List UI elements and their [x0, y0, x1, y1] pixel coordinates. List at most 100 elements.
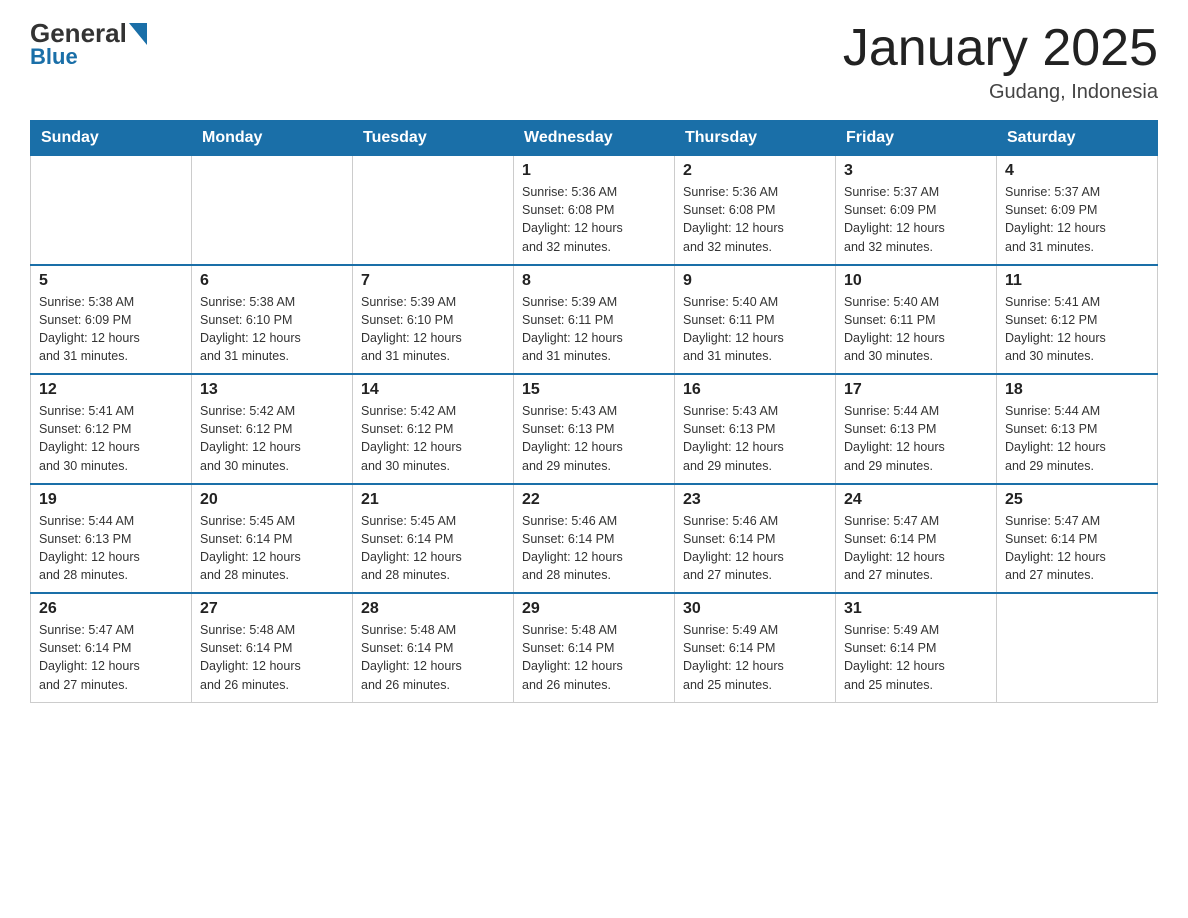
calendar-cell: 31 Sunrise: 5:49 AM Sunset: 6:14 PM Dayli…: [836, 593, 997, 702]
day-info: Sunrise: 5:48 AM Sunset: 6:14 PM Dayligh…: [200, 621, 344, 694]
calendar-week-row: 1 Sunrise: 5:36 AM Sunset: 6:08 PM Daylig…: [31, 156, 1158, 265]
day-info: Sunrise: 5:38 AM Sunset: 6:10 PM Dayligh…: [200, 293, 344, 366]
calendar-cell: 23Sunrise: 5:46 AM Sunset: 6:14 PM Dayli…: [675, 484, 836, 594]
calendar-cell: 16 Sunrise: 5:43 AM Sunset: 6:13 PM Dayli…: [675, 374, 836, 484]
calendar-cell: 3 Sunrise: 5:37 AM Sunset: 6:09 PM Daylig…: [836, 156, 997, 265]
calendar-cell: [997, 593, 1158, 702]
day-number: 15: [522, 381, 666, 399]
calendar-week-row: 12 Sunrise: 5:41 AM Sunset: 6:12 PM Dayli…: [31, 374, 1158, 484]
day-number: 12: [39, 381, 183, 399]
month-title: January 2025: [843, 20, 1158, 77]
day-info: Sunrise: 5:41 AM Sunset: 6:12 PM Dayligh…: [39, 402, 183, 475]
calendar-cell: 10 Sunrise: 5:40 AM Sunset: 6:11 PM Dayli…: [836, 265, 997, 375]
day-info: Sunrise: 5:36 AM Sunset: 6:08 PM Dayligh…: [522, 183, 666, 256]
day-number: 8: [522, 272, 666, 290]
calendar-cell: 24Sunrise: 5:47 AM Sunset: 6:14 PM Dayli…: [836, 484, 997, 594]
calendar-cell: 17 Sunrise: 5:44 AM Sunset: 6:13 PM Dayli…: [836, 374, 997, 484]
day-info: Sunrise: 5:37 AM Sunset: 6:09 PM Dayligh…: [1005, 183, 1149, 256]
day-info: Sunrise: 5:42 AM Sunset: 6:12 PM Dayligh…: [361, 402, 505, 475]
calendar: SundayMondayTuesdayWednesdayThursdayFrid…: [30, 120, 1158, 703]
calendar-cell: 8 Sunrise: 5:39 AM Sunset: 6:11 PM Daylig…: [514, 265, 675, 375]
calendar-cell: 15 Sunrise: 5:43 AM Sunset: 6:13 PM Dayli…: [514, 374, 675, 484]
calendar-header-sunday: Sunday: [31, 121, 192, 156]
day-number: 13: [200, 381, 344, 399]
day-number: 28: [361, 600, 505, 618]
calendar-week-row: 26 Sunrise: 5:47 AM Sunset: 6:14 PM Dayli…: [31, 593, 1158, 702]
title-area: January 2025 Gudang, Indonesia: [843, 20, 1158, 104]
day-info: Sunrise: 5:49 AM Sunset: 6:14 PM Dayligh…: [683, 621, 827, 694]
day-info: Sunrise: 5:47 AM Sunset: 6:14 PM Dayligh…: [39, 621, 183, 694]
day-info: Sunrise: 5:43 AM Sunset: 6:13 PM Dayligh…: [522, 402, 666, 475]
day-number: 4: [1005, 162, 1149, 180]
calendar-cell: 25 Sunrise: 5:47 AM Sunset: 6:14 PM Dayli…: [997, 484, 1158, 594]
location: Gudang, Indonesia: [843, 81, 1158, 104]
day-info: Sunrise: 5:46 AM Sunset: 6:14 PM Dayligh…: [683, 512, 827, 585]
calendar-cell: 5Sunrise: 5:38 AM Sunset: 6:09 PM Daylig…: [31, 265, 192, 375]
calendar-header-monday: Monday: [192, 121, 353, 156]
calendar-cell: 2Sunrise: 5:36 AM Sunset: 6:08 PM Daylig…: [675, 156, 836, 265]
calendar-cell: 14 Sunrise: 5:42 AM Sunset: 6:12 PM Dayli…: [353, 374, 514, 484]
day-info: Sunrise: 5:40 AM Sunset: 6:11 PM Dayligh…: [683, 293, 827, 366]
day-number: 17: [844, 381, 988, 399]
day-number: 19: [39, 491, 183, 509]
day-number: 25: [1005, 491, 1149, 509]
day-number: 20: [200, 491, 344, 509]
calendar-cell: [353, 156, 514, 265]
day-number: 1: [522, 162, 666, 180]
calendar-cell: 21Sunrise: 5:45 AM Sunset: 6:14 PM Dayli…: [353, 484, 514, 594]
calendar-cell: 27 Sunrise: 5:48 AM Sunset: 6:14 PM Dayli…: [192, 593, 353, 702]
calendar-cell: 11Sunrise: 5:41 AM Sunset: 6:12 PM Dayli…: [997, 265, 1158, 375]
day-info: Sunrise: 5:42 AM Sunset: 6:12 PM Dayligh…: [200, 402, 344, 475]
day-info: Sunrise: 5:39 AM Sunset: 6:11 PM Dayligh…: [522, 293, 666, 366]
day-number: 27: [200, 600, 344, 618]
day-info: Sunrise: 5:44 AM Sunset: 6:13 PM Dayligh…: [844, 402, 988, 475]
day-number: 22: [522, 491, 666, 509]
calendar-cell: 29Sunrise: 5:48 AM Sunset: 6:14 PM Dayli…: [514, 593, 675, 702]
calendar-cell: 18Sunrise: 5:44 AM Sunset: 6:13 PM Dayli…: [997, 374, 1158, 484]
day-info: Sunrise: 5:38 AM Sunset: 6:09 PM Dayligh…: [39, 293, 183, 366]
calendar-header-row: SundayMondayTuesdayWednesdayThursdayFrid…: [31, 121, 1158, 156]
day-number: 21: [361, 491, 505, 509]
calendar-header-wednesday: Wednesday: [514, 121, 675, 156]
day-info: Sunrise: 5:43 AM Sunset: 6:13 PM Dayligh…: [683, 402, 827, 475]
day-number: 6: [200, 272, 344, 290]
calendar-header-friday: Friday: [836, 121, 997, 156]
calendar-header-tuesday: Tuesday: [353, 121, 514, 156]
day-number: 29: [522, 600, 666, 618]
logo-blue-text: Blue: [30, 46, 78, 68]
day-number: 30: [683, 600, 827, 618]
logo: General Blue: [30, 20, 147, 68]
day-info: Sunrise: 5:48 AM Sunset: 6:14 PM Dayligh…: [361, 621, 505, 694]
calendar-cell: 26 Sunrise: 5:47 AM Sunset: 6:14 PM Dayli…: [31, 593, 192, 702]
calendar-cell: [31, 156, 192, 265]
day-number: 10: [844, 272, 988, 290]
day-info: Sunrise: 5:37 AM Sunset: 6:09 PM Dayligh…: [844, 183, 988, 256]
calendar-cell: 13 Sunrise: 5:42 AM Sunset: 6:12 PM Dayli…: [192, 374, 353, 484]
calendar-week-row: 19 Sunrise: 5:44 AM Sunset: 6:13 PM Dayli…: [31, 484, 1158, 594]
day-info: Sunrise: 5:44 AM Sunset: 6:13 PM Dayligh…: [39, 512, 183, 585]
calendar-cell: 9Sunrise: 5:40 AM Sunset: 6:11 PM Daylig…: [675, 265, 836, 375]
calendar-week-row: 5Sunrise: 5:38 AM Sunset: 6:09 PM Daylig…: [31, 265, 1158, 375]
day-number: 2: [683, 162, 827, 180]
calendar-cell: 12 Sunrise: 5:41 AM Sunset: 6:12 PM Dayli…: [31, 374, 192, 484]
day-info: Sunrise: 5:46 AM Sunset: 6:14 PM Dayligh…: [522, 512, 666, 585]
calendar-cell: 30 Sunrise: 5:49 AM Sunset: 6:14 PM Dayli…: [675, 593, 836, 702]
day-number: 26: [39, 600, 183, 618]
calendar-cell: [192, 156, 353, 265]
calendar-cell: 19 Sunrise: 5:44 AM Sunset: 6:13 PM Dayli…: [31, 484, 192, 594]
logo-triangle-icon: [129, 23, 147, 45]
day-info: Sunrise: 5:49 AM Sunset: 6:14 PM Dayligh…: [844, 621, 988, 694]
calendar-cell: 4 Sunrise: 5:37 AM Sunset: 6:09 PM Daylig…: [997, 156, 1158, 265]
day-info: Sunrise: 5:39 AM Sunset: 6:10 PM Dayligh…: [361, 293, 505, 366]
day-number: 14: [361, 381, 505, 399]
day-number: 16: [683, 381, 827, 399]
logo-general-text: General: [30, 20, 127, 46]
day-number: 31: [844, 600, 988, 618]
calendar-cell: 28 Sunrise: 5:48 AM Sunset: 6:14 PM Dayli…: [353, 593, 514, 702]
day-number: 18: [1005, 381, 1149, 399]
calendar-cell: 1 Sunrise: 5:36 AM Sunset: 6:08 PM Daylig…: [514, 156, 675, 265]
day-number: 3: [844, 162, 988, 180]
day-info: Sunrise: 5:41 AM Sunset: 6:12 PM Dayligh…: [1005, 293, 1149, 366]
day-info: Sunrise: 5:47 AM Sunset: 6:14 PM Dayligh…: [1005, 512, 1149, 585]
day-info: Sunrise: 5:40 AM Sunset: 6:11 PM Dayligh…: [844, 293, 988, 366]
